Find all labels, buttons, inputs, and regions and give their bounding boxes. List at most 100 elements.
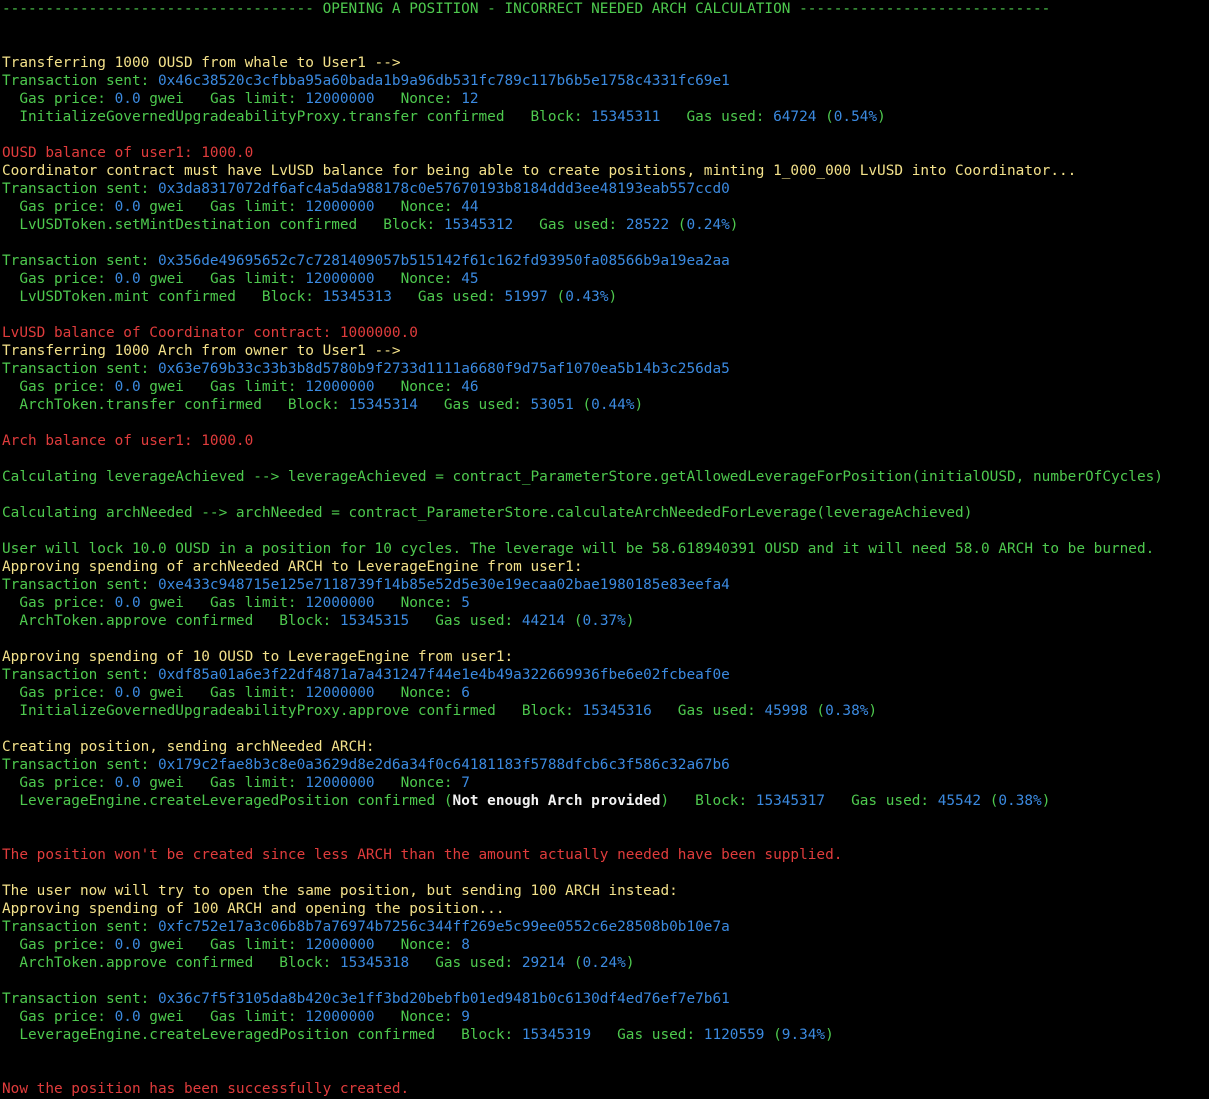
terminal-text-segment: Gas used: <box>513 217 626 233</box>
terminal-text-segment: Gas price: <box>2 1009 115 1025</box>
terminal-text-segment: ) <box>729 217 739 233</box>
terminal-line: Gas price: 0.0 gwei Gas limit: 12000000 … <box>2 594 1209 612</box>
terminal-text-segment: Nonce: <box>374 199 462 215</box>
terminal-text-segment: 0x63e769b33c33b3b8d5780b9f2733d1111a6680… <box>157 361 730 377</box>
terminal-text-segment: 6 <box>461 685 470 701</box>
terminal-text-segment: 9.34% <box>781 1027 826 1043</box>
terminal-text-segment: 7 <box>461 775 470 791</box>
terminal-text-segment: Approving spending of 100 ARCH and openi… <box>2 901 505 917</box>
terminal-text-segment: The user now will try to open the same p… <box>2 883 678 899</box>
terminal-text-segment: ( <box>565 613 583 629</box>
terminal-text-segment: 45998 <box>764 703 808 719</box>
terminal-text-segment: ArchToken.approve confirmed Block: <box>2 613 340 629</box>
terminal-text-segment: 0.43% <box>565 289 609 305</box>
terminal-text-segment: Approving spending of 10 OUSD to Leverag… <box>2 649 514 665</box>
terminal-text-segment: Nonce: <box>374 685 462 701</box>
terminal-line: Gas price: 0.0 gwei Gas limit: 12000000 … <box>2 90 1209 108</box>
terminal-text-segment: Transaction sent: <box>2 253 158 269</box>
terminal-text-segment: 53051 <box>530 397 574 413</box>
terminal-line: Transaction sent: 0x36c7f5f3105da8b420c3… <box>2 990 1209 1008</box>
terminal-text-segment: ) <box>877 109 886 125</box>
terminal-line: Gas price: 0.0 gwei Gas limit: 12000000 … <box>2 378 1209 396</box>
terminal-text-segment: 12000000 <box>305 937 375 953</box>
terminal-line: Approving spending of archNeeded ARCH to… <box>2 558 1209 576</box>
terminal-text-segment: Nonce: <box>374 379 462 395</box>
terminal-text-segment: 0xdf85a01a6e3f22df4871a7a431247f44e1e4b4… <box>157 667 730 683</box>
terminal-text-segment: 12000000 <box>305 379 375 395</box>
terminal-text-segment: 64724 <box>773 109 817 125</box>
terminal-text-segment: Coordinator contract must have LvUSD bal… <box>2 163 1077 179</box>
terminal-text-segment: 0.38% <box>825 703 869 719</box>
terminal-text-segment: Gas used: <box>651 703 765 719</box>
terminal-text-segment: gwei Gas limit: <box>140 685 306 701</box>
terminal-line: Transferring 1000 OUSD from whale to Use… <box>2 54 1209 72</box>
terminal-text-segment: ( <box>565 955 583 971</box>
terminal-text-segment: Not enough Arch provided <box>452 793 661 809</box>
terminal-text-segment: Gas used: <box>417 397 531 413</box>
terminal-text-segment: Gas used: <box>391 289 505 305</box>
terminal-text-segment: gwei Gas limit: <box>140 595 306 611</box>
terminal-text-segment: 15345316 <box>582 703 652 719</box>
terminal-text-segment: Gas price: <box>2 775 115 791</box>
terminal-text-segment: Arch balance of user1: 1000.0 <box>2 433 254 449</box>
terminal-text-segment: 0.37% <box>582 613 626 629</box>
terminal-text-segment: Gas price: <box>2 271 115 287</box>
terminal-text-segment: 0.54% <box>833 109 878 125</box>
terminal-text-segment: gwei Gas limit: <box>140 379 306 395</box>
terminal-line: Transaction sent: 0xfc752e17a3c06b8b7a76… <box>2 918 1209 936</box>
terminal-line: User will lock 10.0 OUSD in a position f… <box>2 540 1209 558</box>
terminal-text-segment: Creating position, sending archNeeded AR… <box>2 739 375 755</box>
terminal-line: InitializeGovernedUpgradeabilityProxy.ap… <box>2 702 1209 720</box>
terminal-line: Creating position, sending archNeeded AR… <box>2 738 1209 756</box>
terminal-text-segment: 0x36c7f5f3105da8b420c3e1ff3bd20bebfb01ed… <box>157 991 730 1007</box>
terminal-text-segment: 15345311 <box>591 109 661 125</box>
terminal-text-segment: 44 <box>461 199 479 215</box>
terminal-text-segment: ( <box>573 397 592 413</box>
terminal-text-segment: Transferring 1000 Arch from owner to Use… <box>2 343 401 359</box>
terminal-line: Now the position has been successfully c… <box>2 1080 1209 1098</box>
terminal-text-segment: 12000000 <box>305 91 375 107</box>
terminal-text-segment: 44214 <box>521 613 566 629</box>
terminal-text-segment: InitializeGovernedUpgradeabilityProxy.ap… <box>2 703 583 719</box>
terminal-text-segment: Gas used: <box>409 613 522 629</box>
terminal-text-segment: ( <box>669 217 687 233</box>
terminal-text-segment: 15345318 <box>339 955 410 971</box>
terminal-text-segment: ) <box>825 1027 834 1043</box>
terminal-output: ------------------------------------ OPE… <box>0 0 1209 1099</box>
terminal-text-segment: 0.0 <box>114 271 141 287</box>
terminal-line: Transaction sent: 0x3da8317072df6afc4a5d… <box>2 180 1209 198</box>
terminal-text-segment: LeverageEngine.createLeveragedPosition c… <box>2 793 453 809</box>
terminal-text-segment: 12000000 <box>305 1009 375 1025</box>
terminal-line: Transaction sent: 0x356de49695652c7c7281… <box>2 252 1209 270</box>
terminal-text-segment: 0.38% <box>998 793 1042 809</box>
terminal-text-segment: 0x356de49695652c7c7281409057b515142f61c1… <box>157 253 730 269</box>
terminal-line: Calculating leverageAchieved --> leverag… <box>2 468 1209 486</box>
terminal-text-segment: 0.0 <box>114 937 141 953</box>
terminal-line: Gas price: 0.0 gwei Gas limit: 12000000 … <box>2 198 1209 216</box>
terminal-line: LvUSDToken.mint confirmed Block: 1534531… <box>2 288 1209 306</box>
terminal-text-segment: Transaction sent: <box>2 757 158 773</box>
terminal-text-segment: 0.0 <box>114 775 141 791</box>
terminal-text-segment: Nonce: <box>374 91 462 107</box>
terminal-line: Transaction sent: 0xdf85a01a6e3f22df4871… <box>2 666 1209 684</box>
terminal-line: Calculating archNeeded --> archNeeded = … <box>2 504 1209 522</box>
terminal-text-segment: gwei Gas limit: <box>140 271 306 287</box>
terminal-line: ArchToken.approve confirmed Block: 15345… <box>2 954 1209 972</box>
terminal-text-segment: User will lock 10.0 OUSD in a position f… <box>2 541 1155 557</box>
terminal-line: ------------------------------------ OPE… <box>2 0 1209 18</box>
terminal-text-segment: 0.0 <box>114 595 141 611</box>
terminal-text-segment: 12000000 <box>305 685 375 701</box>
terminal-text-segment: InitializeGovernedUpgradeabilityProxy.tr… <box>2 109 592 125</box>
terminal-text-segment: Gas price: <box>2 937 115 953</box>
terminal-text-segment: Gas price: <box>2 595 115 611</box>
terminal-text-segment: Transferring 1000 OUSD from whale to Use… <box>2 55 401 71</box>
terminal-text-segment: ( <box>547 289 566 305</box>
terminal-text-segment: Gas price: <box>2 685 115 701</box>
